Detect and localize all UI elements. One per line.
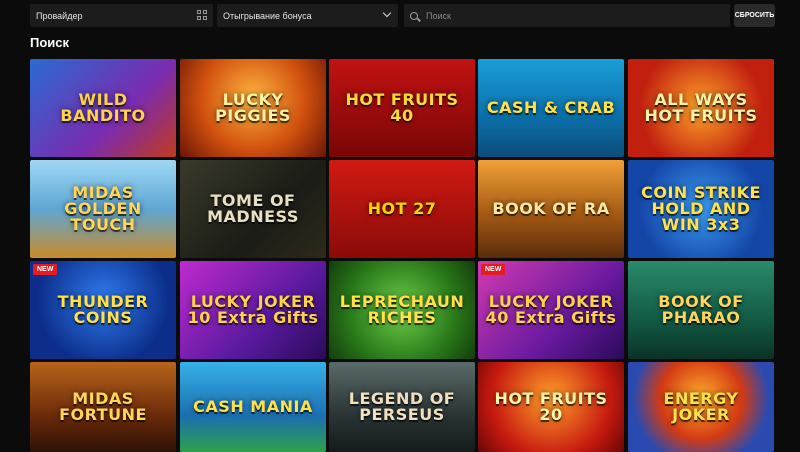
game-title: BOOK OF RA [492, 199, 610, 218]
filter-bar: Провайдер Отыгрывание бонуса Поиск СБРОС… [0, 0, 800, 32]
game-tile[interactable]: THUNDER COINS NEW [30, 261, 176, 359]
bonus-wager-dropdown[interactable]: Отыгрывание бонуса [217, 4, 398, 27]
game-title: BOOK OF PHARAO [658, 292, 744, 327]
game-title: ENERGY JOKER [663, 389, 739, 424]
game-tile[interactable]: WILD BANDITO [30, 59, 176, 157]
game-tile[interactable]: LEGEND OF PERSEUS [329, 362, 475, 452]
game-tile[interactable]: LUCKY PIGGIES [180, 59, 326, 157]
game-title: LEPRECHAUN RICHES [339, 292, 465, 327]
game-title: THUNDER COINS [57, 292, 149, 327]
game-tile[interactable]: BOOK OF RA [478, 160, 624, 258]
game-tile[interactable]: HOT FRUITS 40 [329, 59, 475, 157]
game-tile[interactable]: TOME OF MADNESS [180, 160, 326, 258]
game-title: MIDAS FORTUNE [59, 389, 147, 424]
chevron-down-icon [382, 8, 392, 18]
game-grid: WILD BANDITO LUCKY PIGGIES HOT FRUITS 40 CA… [30, 59, 775, 452]
game-title: WILD BANDITO [60, 90, 146, 125]
game-tile[interactable]: LUCKY JOKER 40 Extra Gifts NEW [478, 261, 624, 359]
game-title: HOT FRUITS 20 [494, 389, 608, 424]
provider-label: Провайдер [36, 10, 83, 21]
search-icon [410, 11, 418, 20]
game-tile[interactable]: BOOK OF PHARAO [628, 261, 774, 359]
game-tile[interactable]: CASH MANIA [180, 362, 326, 452]
grid-icon[interactable] [197, 10, 207, 20]
reset-button[interactable]: СБРОСИТЬ [734, 4, 775, 27]
provider-filter[interactable]: Провайдер [30, 4, 213, 27]
bonus-label: Отыгрывание бонуса [223, 10, 312, 21]
game-title: LEGEND OF PERSEUS [348, 389, 456, 424]
game-title: CASH MANIA [193, 397, 313, 416]
game-tile[interactable]: MIDAS GOLDEN TOUCH [30, 160, 176, 258]
game-tile[interactable]: MIDAS FORTUNE [30, 362, 176, 452]
page-title: Поиск [30, 35, 70, 50]
new-badge: NEW [33, 264, 58, 275]
game-title: HOT 27 [367, 199, 437, 218]
game-title: MIDAS GOLDEN TOUCH [64, 183, 142, 234]
game-tile[interactable]: COIN STRIKE HOLD AND WIN 3x3 [628, 160, 774, 258]
game-tile[interactable]: LUCKY JOKER 10 Extra Gifts [180, 261, 326, 359]
game-title: LUCKY JOKER 10 Extra Gifts [187, 292, 319, 327]
game-tile[interactable]: HOT 27 [329, 160, 475, 258]
game-tile[interactable]: CASH & CRAB [478, 59, 624, 157]
game-title: LUCKY JOKER 40 Extra Gifts [485, 292, 617, 327]
search-input[interactable]: Поиск [404, 4, 730, 27]
game-title: CASH & CRAB [486, 98, 616, 117]
game-title: ALL WAYS HOT FRUITS [644, 90, 758, 125]
game-tile[interactable]: ALL WAYS HOT FRUITS [628, 59, 774, 157]
game-title: COIN STRIKE HOLD AND WIN 3x3 [641, 183, 761, 234]
game-tile[interactable]: LEPRECHAUN RICHES [329, 261, 475, 359]
game-title: TOME OF MADNESS [207, 191, 299, 226]
search-placeholder: Поиск [426, 10, 451, 21]
game-title: HOT FRUITS 40 [345, 90, 459, 125]
new-badge: NEW [481, 264, 506, 275]
game-title: LUCKY PIGGIES [215, 90, 291, 125]
game-tile[interactable]: HOT FRUITS 20 [478, 362, 624, 452]
game-tile[interactable]: ENERGY JOKER [628, 362, 774, 452]
